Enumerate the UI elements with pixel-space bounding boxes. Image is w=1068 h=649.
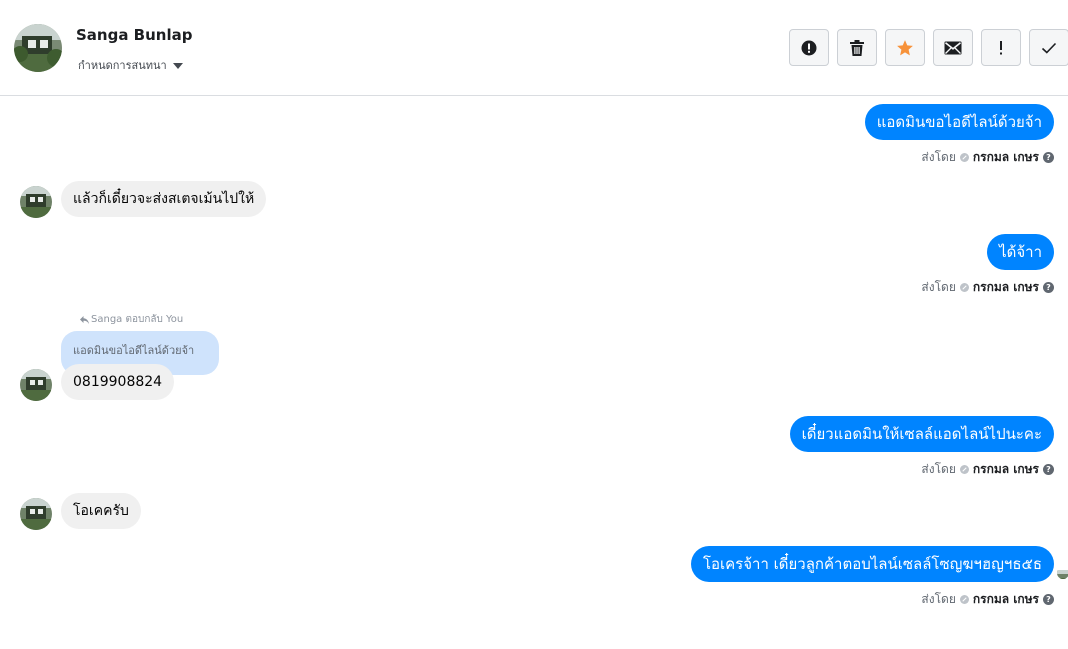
delete-button[interactable] [837,29,877,66]
alert-circle-icon [801,40,817,55]
sent-by-line: ส่งโดย กรกมล เกษร ? [921,460,1054,479]
reply-label: Sanga ตอบกลับ You [80,312,183,327]
sent-by-line: ส่งโดย กรกมล เกษร ? [921,590,1054,609]
agent-name[interactable]: กรกมล เกษร [973,148,1039,167]
exclamation-icon [1000,40,1002,54]
agent-check-icon [959,153,969,162]
contact-name: Sanga Bunlap [76,26,193,44]
incoming-message[interactable]: 0819908824 [61,364,175,400]
sent-by-label: ส่งโดย [921,462,956,476]
conversation-toolbar [789,29,1068,66]
caret-down-icon [172,62,183,69]
sent-by-label: ส่งโดย [921,592,956,606]
help-icon[interactable]: ? [1043,464,1054,475]
help-icon[interactable]: ? [1043,152,1054,163]
sent-by-line: ส่งโดย กรกมล เกษร ? [921,148,1054,167]
outgoing-message[interactable]: แอดมินขอไอดีไลน์ด้วยจ้า [864,104,1054,140]
reply-label-text: Sanga ตอบกลับ You [91,314,184,325]
trash-icon [850,39,864,56]
star-icon [897,39,913,55]
outgoing-message[interactable]: ได้จ้าา [987,234,1054,270]
agent-name[interactable]: กรกมล เกษร [973,590,1039,609]
sent-by-label: ส่งโดย [921,280,956,294]
check-icon [1041,42,1057,54]
agent-check-icon [959,465,969,474]
mark-done-button[interactable] [1029,29,1068,66]
incoming-message[interactable]: แล้วก็เดี๋ยวจะส่งสเตจเม้นไปให้ [61,181,267,217]
incoming-message[interactable]: โอเคครับ [61,493,141,529]
help-icon[interactable]: ? [1043,594,1054,605]
contact-avatar-small[interactable] [20,369,52,401]
mark-spam-button[interactable] [789,29,829,66]
assign-conversation-label: กำหนดการสนทนา [78,59,167,72]
follow-up-button[interactable] [981,29,1021,66]
conversation-header: Sanga Bunlap กำหนดการสนทนา [0,0,1068,96]
agent-check-icon [959,283,969,292]
agent-name[interactable]: กรกมล เกษร [973,460,1039,479]
agent-check-icon [959,595,969,604]
agent-name[interactable]: กรกมล เกษร [973,278,1039,297]
contact-avatar[interactable] [14,24,62,72]
mark-unread-button[interactable] [933,29,973,66]
reply-arrow-icon [80,315,89,324]
message-thread: แอดมินขอไอดีไลน์ด้วยจ้า ส่งโดย กรกมล เกษ… [0,97,1068,649]
outgoing-message[interactable]: โอเครจ้าา เดี๋ยวลูกค้าตอบไลน์เซลล์โซญฆฯฮ… [690,546,1054,582]
star-button[interactable] [885,29,925,66]
help-icon[interactable]: ? [1043,282,1054,293]
seen-avatar [1057,567,1068,579]
sent-by-line: ส่งโดย กรกมล เกษร ? [921,278,1054,297]
contact-avatar-small[interactable] [20,186,52,218]
envelope-icon [944,41,962,54]
sent-by-label: ส่งโดย [921,150,956,164]
outgoing-message[interactable]: เดี๋ยวแอดมินให้เซลล์แอดไลน์ไปนะคะ [789,416,1054,452]
contact-avatar-small[interactable] [20,498,52,530]
assign-conversation-dropdown[interactable]: กำหนดการสนทนา [78,56,183,74]
